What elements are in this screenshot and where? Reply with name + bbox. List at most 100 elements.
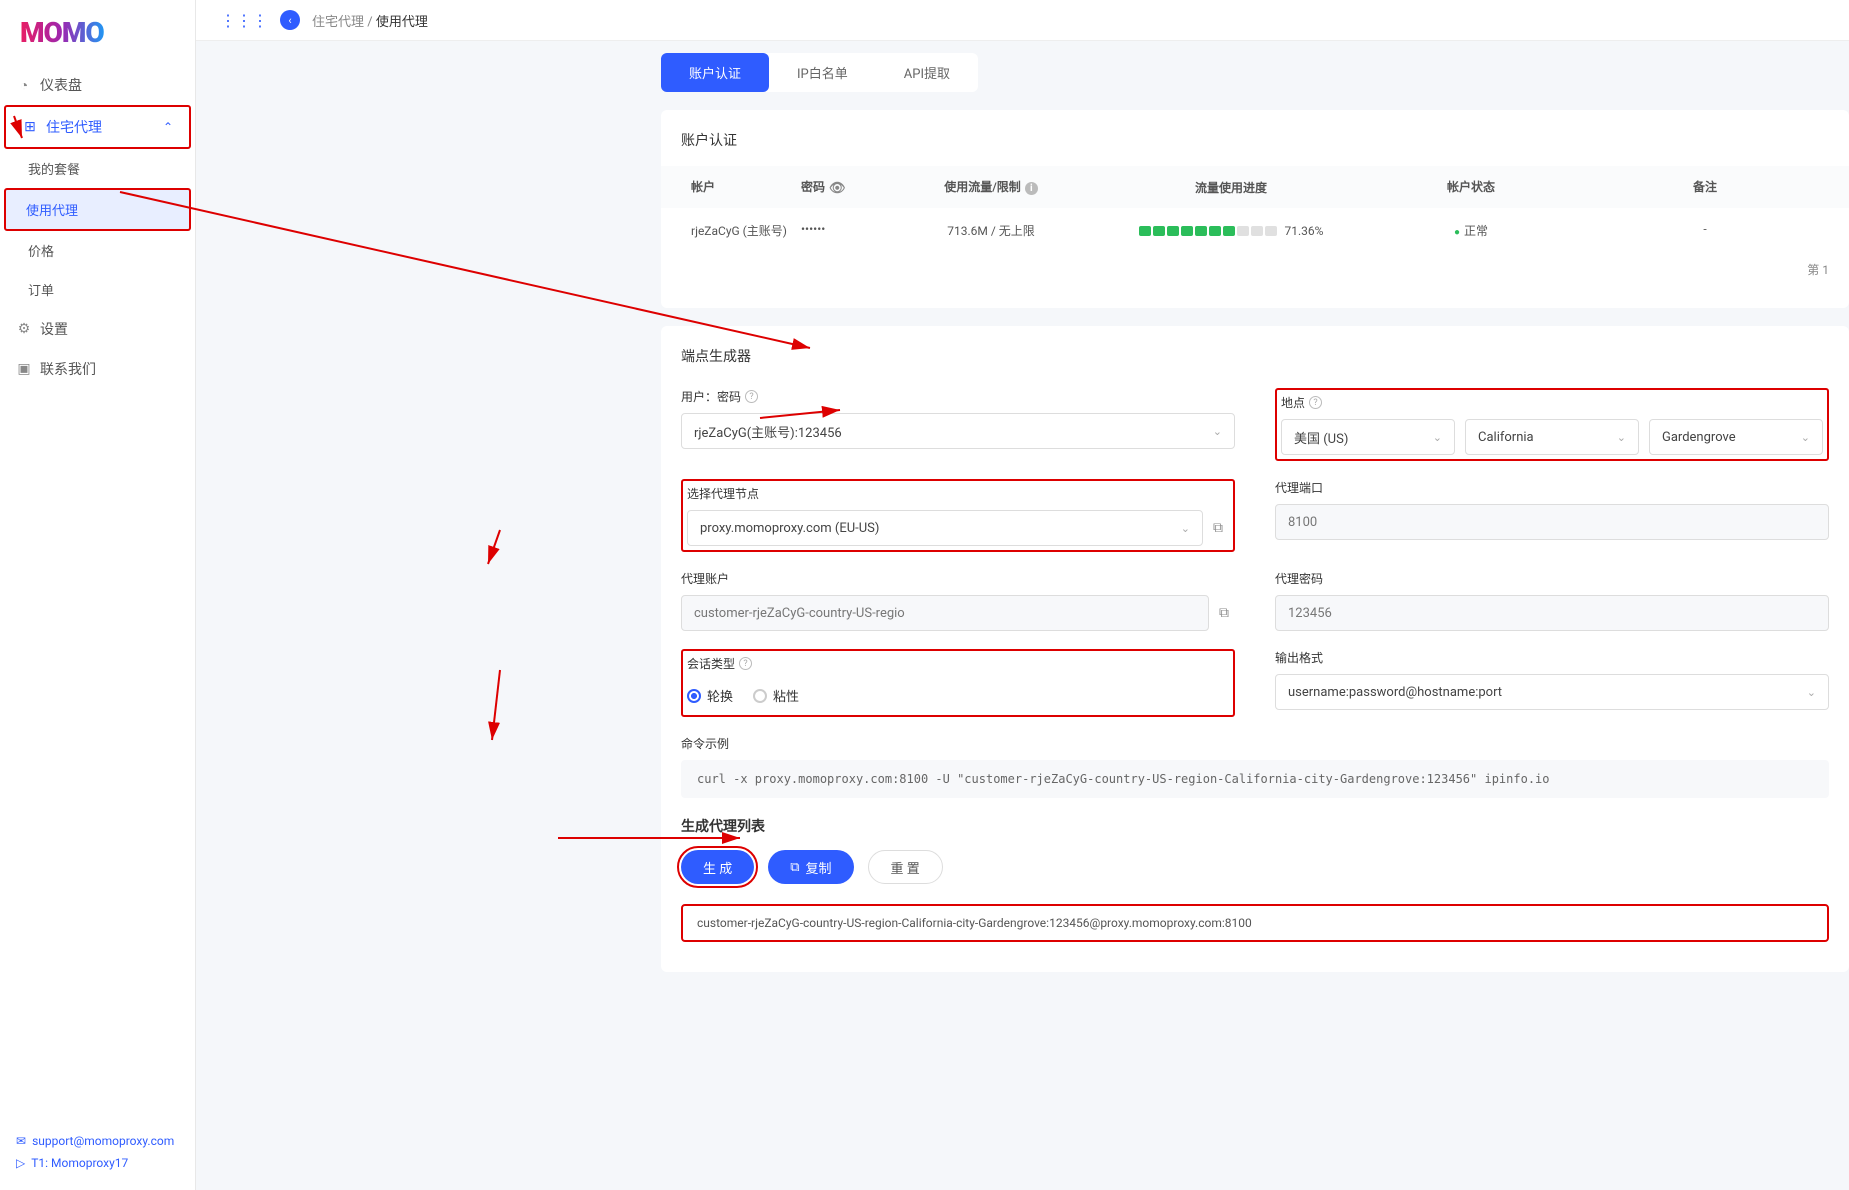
collapse-sidebar-button[interactable]: ‹ (280, 10, 300, 30)
sidebar-item-pricing[interactable]: 价格 (0, 231, 195, 270)
select-city[interactable]: Gardengrove⌄ (1649, 419, 1823, 455)
select-state[interactable]: California⌄ (1465, 419, 1639, 455)
sidebar-item-label: 联系我们 (40, 359, 96, 379)
reset-button[interactable]: 重 置 (868, 850, 943, 884)
sidebar-item-label: 使用代理 (26, 200, 78, 219)
th-account: 帐户 (661, 178, 801, 196)
telegram-text: T1: Momoproxy17 (31, 1156, 128, 1170)
select-user-password[interactable]: rjeZaCyG(主账号):123456⌄ (681, 413, 1235, 449)
logo-text: MOMO (20, 16, 104, 49)
table-row: rjeZaCyG (主账号) •••••• 713.6M / 无上限 71.36… (661, 208, 1849, 253)
chevron-down-icon: ⌄ (1807, 686, 1816, 699)
label-location: 地点? (1281, 394, 1823, 411)
field-session-type: 会话类型? 轮换 粘性 (681, 649, 1235, 717)
sidebar-item-my-plan[interactable]: 我的套餐 (0, 149, 195, 188)
breadcrumb: 住宅代理 / 使用代理 (312, 11, 428, 30)
label-proxy-account: 代理账户 (681, 570, 1235, 587)
sidebar-item-orders[interactable]: 订单 (0, 270, 195, 309)
sidebar-item-dashboard[interactable]: ◔ 仪表盘 (0, 65, 195, 105)
sidebar-item-label: 设置 (40, 319, 68, 339)
chevron-down-icon: ⌄ (1801, 431, 1810, 444)
radio-sticky[interactable]: 粘性 (753, 686, 799, 705)
topbar: ⋮⋮⋮ ‹ 住宅代理 / 使用代理 (196, 0, 1849, 41)
help-icon[interactable]: ? (1309, 396, 1322, 409)
label-proxy-password: 代理密码 (1275, 570, 1829, 587)
label-proxy-port: 代理端口 (1275, 479, 1829, 496)
tabs: 账户认证 IP白名单 API提取 (661, 53, 978, 92)
copy-icon[interactable]: ⧉ (1219, 605, 1235, 621)
generated-proxy-output[interactable]: customer-rjeZaCyG-country-US-region-Cali… (681, 904, 1829, 942)
input-proxy-account: customer-rjeZaCyG-country-US-regio (681, 595, 1209, 631)
radio-icon (687, 689, 701, 703)
field-proxy-node: 选择代理节点 proxy.momoproxy.com (EU-US)⌄ ⧉ (681, 479, 1235, 552)
gear-icon: ⚙ (16, 321, 32, 337)
tab-ip-whitelist[interactable]: IP白名单 (769, 53, 876, 92)
sidebar-item-use-proxy[interactable]: 使用代理 (4, 188, 191, 231)
logo: MOMO (0, 0, 195, 57)
th-progress: 流量使用进度 (1081, 178, 1381, 196)
copy-button[interactable]: ⧉复制 (768, 850, 853, 884)
th-usage: 使用流量/限制i (901, 178, 1081, 196)
account-table-header: 帐户 密码👁 使用流量/限制i 流量使用进度 帐户状态 备注 (661, 166, 1849, 208)
field-output-format: 输出格式 username:password@hostname:port⌄ (1275, 649, 1829, 717)
chevron-down-icon: ⌄ (1617, 431, 1626, 444)
radio-icon (753, 689, 767, 703)
field-location: 地点? 美国 (US)⌄ California⌄ Gardengrove⌄ (1275, 388, 1829, 461)
generate-button[interactable]: 生 成 (681, 850, 754, 884)
telegram-link[interactable]: ▷ T1: Momoproxy17 (8, 1152, 187, 1174)
sidebar-item-contact[interactable]: ▣ 联系我们 (0, 349, 195, 389)
chevron-down-icon: ⌄ (1433, 431, 1442, 444)
progress-pct: 71.36% (1285, 224, 1324, 238)
sidebar-item-label: 价格 (28, 241, 54, 260)
mail-icon: ✉ (16, 1134, 26, 1148)
label-command-example: 命令示例 (681, 735, 1829, 752)
help-icon[interactable]: ? (745, 390, 758, 403)
th-password: 密码👁 (801, 178, 901, 196)
chevron-up-icon: ⌃ (163, 120, 173, 134)
account-auth-panel: 账户认证 帐户 密码👁 使用流量/限制i 流量使用进度 帐户状态 备注 rjeZ… (661, 110, 1849, 308)
field-proxy-port: 代理端口 8100 (1275, 479, 1829, 552)
cell-password: •••••• (801, 222, 901, 239)
sidebar-item-residential-proxy[interactable]: ⊞ 住宅代理 ⌃ (4, 105, 191, 149)
help-icon[interactable]: ? (739, 657, 752, 670)
label-user-password: 用户：密码? (681, 388, 1235, 405)
select-output-format[interactable]: username:password@hostname:port⌄ (1275, 674, 1829, 710)
th-status: 帐户状态 (1381, 178, 1561, 196)
support-email-link[interactable]: ✉ support@momoproxy.com (8, 1130, 187, 1152)
th-remark: 备注 (1561, 178, 1849, 196)
label-generate-list: 生成代理列表 (681, 816, 1829, 836)
chevron-down-icon: ⌄ (1213, 425, 1222, 438)
cell-usage: 713.6M / 无上限 (901, 222, 1081, 239)
sidebar-item-label: 我的套餐 (28, 159, 80, 178)
progress-bar (1139, 226, 1277, 236)
section-generate-list: 生成代理列表 生 成 ⧉复制 重 置 customer-rjeZaCyG-cou… (681, 816, 1829, 942)
select-proxy-node[interactable]: proxy.momoproxy.com (EU-US)⌄ (687, 510, 1203, 546)
select-country[interactable]: 美国 (US)⌄ (1281, 419, 1455, 455)
input-proxy-port: 8100 (1275, 504, 1829, 540)
tab-account-auth[interactable]: 账户认证 (661, 53, 769, 92)
label-session-type: 会话类型? (687, 655, 1229, 672)
label-output-format: 输出格式 (1275, 649, 1829, 666)
field-user-password: 用户：密码? rjeZaCyG(主账号):123456⌄ (681, 388, 1235, 461)
contact-icon: ▣ (16, 361, 32, 377)
eye-slash-icon[interactable]: 👁 (829, 181, 846, 196)
breadcrumb-parent[interactable]: 住宅代理 (312, 15, 364, 30)
sidebar-item-settings[interactable]: ⚙ 设置 (0, 309, 195, 349)
tab-api-extract[interactable]: API提取 (876, 53, 978, 92)
copy-icon[interactable]: ⧉ (1213, 520, 1229, 536)
generator-title: 端点生成器 (681, 346, 1829, 366)
command-example-box: curl -x proxy.momoproxy.com:8100 -U "cus… (681, 760, 1829, 798)
sidebar-item-label: 仪表盘 (40, 75, 82, 95)
account-auth-title: 账户认证 (681, 130, 1829, 150)
sidebar-footer: ✉ support@momoproxy.com ▷ T1: Momoproxy17 (0, 1118, 195, 1190)
cell-status: ●正常 (1381, 222, 1561, 239)
telegram-icon: ▷ (16, 1156, 25, 1170)
endpoint-generator-panel: 端点生成器 用户：密码? rjeZaCyG(主账号):123456⌄ 地点? 美… (661, 326, 1849, 972)
apps-icon[interactable]: ⋮⋮⋮ (220, 11, 268, 30)
radio-rotate[interactable]: 轮换 (687, 686, 733, 705)
gauge-icon: ◔ (16, 77, 32, 93)
status-dot-icon: ● (1454, 227, 1460, 238)
cell-remark: - (1561, 222, 1849, 239)
info-icon[interactable]: i (1025, 182, 1038, 195)
support-email-text: support@momoproxy.com (32, 1134, 174, 1148)
